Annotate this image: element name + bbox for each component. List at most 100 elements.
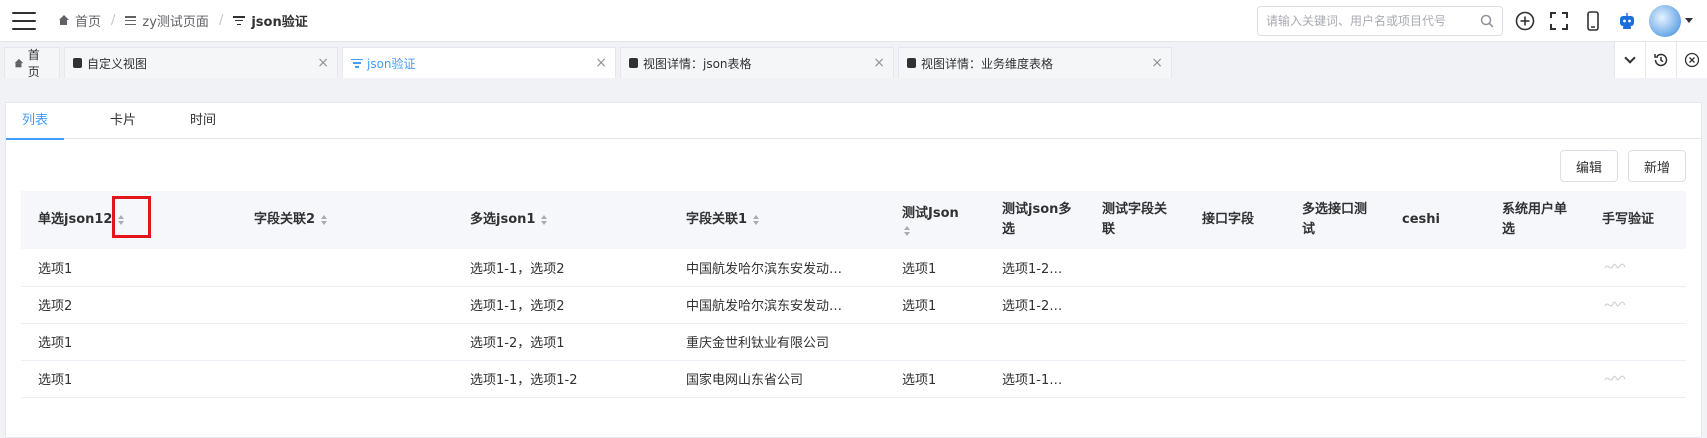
breadcrumb-label: zy测试页面 (142, 15, 209, 30)
tab-custom-view[interactable]: 自定义视图 × (64, 47, 338, 78)
view-tab-time[interactable]: 时间 (174, 103, 232, 139)
table-cell (1185, 249, 1285, 287)
column-header: 手写验证 (1585, 191, 1686, 249)
tab-view-detail-json[interactable]: 视图详情：json表格 × (620, 47, 894, 78)
table-row[interactable]: 选项1 选项1-1，选项1-2 国家电网山东省公司 选项1 选项1-1… (21, 360, 1686, 398)
table-cell (1285, 249, 1385, 287)
column-header: 系统用户单选 (1485, 191, 1585, 249)
table-cell (1185, 323, 1285, 361)
tabs-dropdown-button[interactable] (1614, 42, 1645, 78)
table-cell: 国家电网山东省公司 (669, 360, 885, 398)
table-row[interactable]: 选项2 选项1-1，选项2 中国航发哈尔滨东安发动… 选项1 选项1-2… (21, 286, 1686, 324)
table-cell: 选项1 (21, 360, 237, 398)
table-cell (237, 360, 453, 398)
table-cell (1185, 360, 1285, 398)
close-icon[interactable]: × (1151, 56, 1163, 70)
tab-view-detail-business[interactable]: 视图详情：业务维度表格 × (898, 47, 1172, 78)
table-cell (1385, 249, 1485, 287)
column-header[interactable]: 多选json1 (453, 191, 669, 249)
column-header: 测试json多选 (985, 191, 1085, 249)
breadcrumb-current: json验证 (233, 11, 308, 30)
search-box (1257, 5, 1503, 36)
edit-button[interactable]: 编辑 (1559, 150, 1618, 182)
sort-icon[interactable] (753, 214, 760, 225)
column-header[interactable]: 字段关联2 (237, 191, 453, 249)
history-icon (1654, 53, 1668, 67)
table-cell: 选项1 (885, 360, 985, 398)
search-input[interactable] (1266, 13, 1480, 28)
breadcrumb-home[interactable]: 首页 (58, 11, 101, 30)
tab-label: json验证 (367, 56, 416, 71)
view-tab-list[interactable]: 列表 (6, 103, 65, 140)
table-cell: 选项1-2，选项1 (453, 323, 669, 361)
table-cell (1585, 323, 1686, 361)
column-header[interactable]: 测试Json (885, 191, 985, 249)
table-cell (1485, 360, 1585, 398)
column-header: 接口字段 (1185, 191, 1285, 249)
home-icon (14, 58, 23, 67)
table-cell (1285, 323, 1385, 361)
sort-icon[interactable] (541, 214, 548, 225)
add-button[interactable]: 新增 (1627, 150, 1686, 182)
view-tabs: 列表 卡片 时间 (6, 103, 1701, 140)
close-all-button[interactable] (1676, 42, 1707, 78)
filter-icon (351, 58, 363, 68)
table-cell (1085, 323, 1185, 361)
column-header[interactable]: 字段关联1 (669, 191, 885, 249)
table-cell (1385, 323, 1485, 361)
breadcrumb: 首页 / zy测试页面 / json验证 (58, 11, 308, 30)
data-table: 单选json12 字段关联2 多选json1 字段关联1 测试Json 测试js… (21, 191, 1686, 398)
user-menu[interactable] (1649, 4, 1693, 37)
tab-label: 视图详情：json表格 (643, 56, 752, 71)
view-tab-card[interactable]: 卡片 (94, 103, 152, 139)
close-icon[interactable]: × (873, 56, 885, 70)
search-icon[interactable] (1480, 14, 1494, 28)
tab-json-validation[interactable]: json验证 × (342, 47, 616, 78)
tab-label: 首页 (27, 48, 40, 79)
table-cell (237, 323, 453, 361)
breadcrumb-zy[interactable]: zy测试页面 (125, 11, 209, 30)
breadcrumb-label: 首页 (75, 15, 102, 30)
table-cell (237, 249, 453, 287)
table-cell: 选项2 (21, 286, 237, 324)
add-circle-icon[interactable] (1513, 9, 1537, 33)
table-cell: 选项1 (885, 249, 985, 287)
hamburger-menu-icon[interactable] (12, 11, 36, 30)
mobile-icon[interactable] (1581, 9, 1605, 33)
table-cell (1285, 286, 1385, 324)
sort-icon[interactable] (904, 226, 911, 236)
table-cell: 选项1-1，选项2 (453, 286, 669, 324)
page-tabs: 首页 自定义视图 × json验证 × 视图详情：json表格 × 视图详情：业… (0, 42, 1707, 79)
close-icon[interactable]: × (595, 56, 607, 70)
table-cell: 选项1-1… (985, 360, 1085, 398)
history-button[interactable] (1645, 42, 1676, 78)
table-cell: 选项1 (21, 323, 237, 361)
table-cell (1085, 249, 1185, 287)
table-cell (1585, 360, 1686, 398)
table-row[interactable]: 选项1 选项1-1，选项2 中国航发哈尔滨东安发动… 选项1 选项1-2… (21, 249, 1686, 287)
table-cell: 选项1 (885, 286, 985, 324)
table-cell (1085, 360, 1185, 398)
signature-image (1602, 294, 1628, 312)
signature-image (1602, 256, 1628, 274)
avatar[interactable] (1649, 4, 1681, 37)
table-cell (1585, 249, 1686, 287)
table-cell: 中国航发哈尔滨东安发动… (669, 286, 885, 324)
robot-icon[interactable] (1615, 9, 1639, 33)
sort-highlight-box (112, 196, 151, 238)
table-cell (1085, 286, 1185, 324)
fullscreen-icon[interactable] (1547, 9, 1571, 33)
table-cell (1585, 286, 1686, 324)
tab-home[interactable]: 首页 (4, 47, 60, 79)
sort-icon[interactable] (321, 214, 328, 225)
filter-icon (233, 16, 246, 25)
table-cell: 中国航发哈尔滨东安发动… (669, 249, 885, 287)
table-header-row: 单选json12 字段关联2 多选json1 字段关联1 测试Json 测试js… (21, 191, 1686, 249)
close-icon[interactable]: × (317, 56, 329, 70)
table-cell: 选项1-2… (985, 249, 1085, 287)
table-cell: 选项1-1，选项1-2 (453, 360, 669, 398)
table-cell: 选项1-1，选项2 (453, 249, 669, 287)
table-cell (1385, 360, 1485, 398)
top-header: 首页 / zy测试页面 / json验证 (0, 0, 1707, 42)
table-row[interactable]: 选项1 选项1-2，选项1 重庆金世利钛业有限公司 (21, 323, 1686, 361)
